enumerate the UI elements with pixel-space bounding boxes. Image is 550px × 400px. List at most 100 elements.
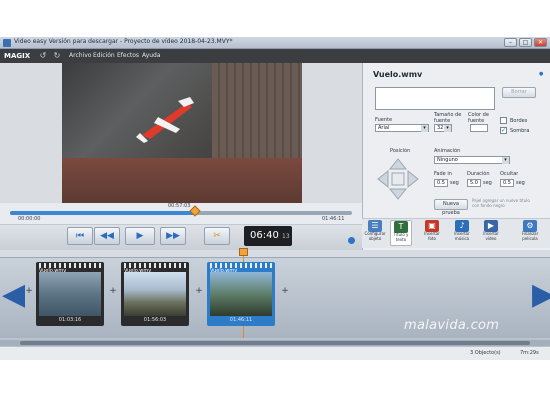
total-duration: 7m:29s xyxy=(520,350,539,356)
animation-value: Ninguno xyxy=(437,157,458,163)
tab-configure-object[interactable]: ☰ Configurar objeto xyxy=(364,220,386,246)
scroll-left-arrow-icon[interactable]: ◀ xyxy=(2,275,25,315)
duration-input[interactable]: 5.0 xyxy=(467,179,481,187)
insert-point-button[interactable]: + xyxy=(194,286,204,296)
storyboard-playhead[interactable] xyxy=(239,248,248,256)
fade-in-unit: seg xyxy=(450,180,459,186)
video-frame xyxy=(62,63,302,203)
tab-label: Insertar música xyxy=(454,231,470,241)
clip-duration: 01:56:03 xyxy=(143,317,167,323)
menu-ayuda[interactable]: Ayuda xyxy=(142,52,161,59)
font-size-value: 32 xyxy=(437,125,444,131)
tab-label: Insertar vídeo xyxy=(483,231,499,241)
tab-label: Título y texto xyxy=(393,232,409,242)
insert-point-button[interactable]: + xyxy=(24,286,34,296)
font-value: Arial xyxy=(378,125,390,131)
chevron-down-icon: ▾ xyxy=(421,125,428,132)
tab-label: Insertar foto xyxy=(424,231,440,241)
status-bar: 3 Objecto(s) 7m:29s xyxy=(0,346,550,360)
clip-duration: 01:03:16 xyxy=(58,317,82,323)
timecode-frames: 13 xyxy=(282,233,290,240)
watermark: malavida.com xyxy=(404,318,500,333)
shadow-label: Sombra xyxy=(510,128,530,134)
title-text-input[interactable] xyxy=(375,87,495,110)
start-time-label: 00:00:00 xyxy=(18,216,41,222)
skip-start-icon: ⏮ xyxy=(75,231,85,241)
animation-label: Animación xyxy=(434,148,461,154)
chevron-down-icon: ▾ xyxy=(444,125,451,132)
shadow-checkbox[interactable]: ✓ xyxy=(500,127,507,134)
fade-out-label: Ocultar xyxy=(500,171,519,177)
app-icon xyxy=(3,39,11,47)
scissors-icon: ✂ xyxy=(213,231,221,241)
seek-progress xyxy=(10,211,195,215)
help-icon[interactable]: ● xyxy=(539,71,544,77)
delete-button[interactable]: Borrar xyxy=(502,87,536,98)
maximize-button[interactable]: □ xyxy=(519,38,532,47)
title-bar: Video easy Versión para descargar - Proy… xyxy=(0,37,550,49)
hint-text: Pajel agregar un nuevo título con fondo … xyxy=(472,198,530,208)
end-time-label: 01:46:11 xyxy=(322,216,345,222)
close-button[interactable]: ✕ xyxy=(534,38,547,47)
tab-insert-music[interactable]: ♪ Insertar música xyxy=(451,220,473,246)
borders-label: Bordes xyxy=(510,118,528,124)
scroll-right-arrow-icon[interactable]: ▶ xyxy=(532,275,550,315)
play-icon: ▶ xyxy=(136,231,144,241)
window-title: Video easy Versión para descargar - Proy… xyxy=(14,38,233,45)
fade-in-label: Fade in xyxy=(434,171,452,177)
borders-checkbox[interactable] xyxy=(500,117,507,124)
fade-in-input[interactable]: 0.5 xyxy=(434,179,448,187)
menu-archivo[interactable]: Archivo xyxy=(69,52,91,59)
clip-3-selected[interactable]: Vuelo.wmv 01:46:11 xyxy=(207,262,275,326)
undo-icon[interactable]: ↺ xyxy=(38,51,48,61)
font-color-label: Color de fuente xyxy=(468,112,489,124)
fade-out-unit: seg xyxy=(516,180,525,186)
menu-edicion[interactable]: Edición xyxy=(93,52,115,59)
fast-forward-button[interactable]: ▶▶ xyxy=(160,227,186,245)
cut-button[interactable]: ✂ xyxy=(204,227,230,245)
object-count: 3 Objecto(s) xyxy=(470,350,501,356)
transport-controls: ⏮ ◀◀ ▶ ▶▶ ✂ 06:40 13 xyxy=(0,225,362,250)
timecode-display: 06:40 13 xyxy=(244,226,292,246)
seek-track[interactable] xyxy=(10,211,352,215)
insert-point-button[interactable]: + xyxy=(108,286,118,296)
redo-icon[interactable]: ↻ xyxy=(52,51,62,61)
scrollbar-thumb[interactable] xyxy=(20,341,530,345)
panel-title: Vuelo.wmv xyxy=(373,70,423,79)
new-test-button[interactable]: Nueva prueba xyxy=(434,199,468,216)
rewind-icon: ◀◀ xyxy=(100,231,114,241)
menu-efectos[interactable]: Efectos xyxy=(117,52,139,59)
animation-select[interactable]: Ninguno ▾ xyxy=(434,156,510,164)
tab-finalize-movie[interactable]: ⚙ Finalizar película xyxy=(514,220,546,246)
clip-thumbnail xyxy=(124,272,186,316)
font-size-select[interactable]: 32 ▾ xyxy=(434,124,452,132)
font-color-swatch[interactable] xyxy=(470,124,488,132)
chevron-down-icon: ▾ xyxy=(502,157,509,164)
tab-title-text[interactable]: T Título y texto xyxy=(390,220,412,246)
position-pad[interactable] xyxy=(376,157,420,201)
info-icon[interactable] xyxy=(348,237,355,244)
magix-logo: MAGIX xyxy=(4,52,31,60)
tab-insert-video[interactable]: ▶ Insertar vídeo xyxy=(480,220,502,246)
rewind-button[interactable]: ◀◀ xyxy=(94,227,120,245)
skip-start-button[interactable]: ⏮ xyxy=(67,227,93,245)
clip-duration: 01:46:11 xyxy=(229,317,253,323)
font-label: Fuente xyxy=(375,117,393,123)
position-label: Posición xyxy=(390,148,411,154)
clip-2[interactable]: Vuelo.wmv 01:56:03 xyxy=(121,262,189,326)
font-size-label: Tamaño de fuente xyxy=(434,112,462,124)
minimize-button[interactable]: – xyxy=(504,38,517,47)
clip-1[interactable]: Vuelo.wmv 01:03:16 xyxy=(36,262,104,326)
menu-bar: MAGIX ↺ ↻ Archivo Edición Efectos Ayuda xyxy=(0,49,550,63)
duration-unit: seg xyxy=(483,180,492,186)
airplane-image xyxy=(136,97,194,143)
wall-shape xyxy=(62,158,302,203)
storyboard-ruler xyxy=(0,250,550,258)
insert-point-button[interactable]: + xyxy=(280,286,290,296)
tab-label: Finalizar película xyxy=(521,231,539,241)
play-button[interactable]: ▶ xyxy=(125,227,155,245)
tab-insert-photo[interactable]: ▣ Insertar foto xyxy=(421,220,443,246)
clip-thumbnail xyxy=(210,272,272,316)
font-select[interactable]: Arial ▾ xyxy=(375,124,429,132)
fade-out-input[interactable]: 0.5 xyxy=(500,179,514,187)
